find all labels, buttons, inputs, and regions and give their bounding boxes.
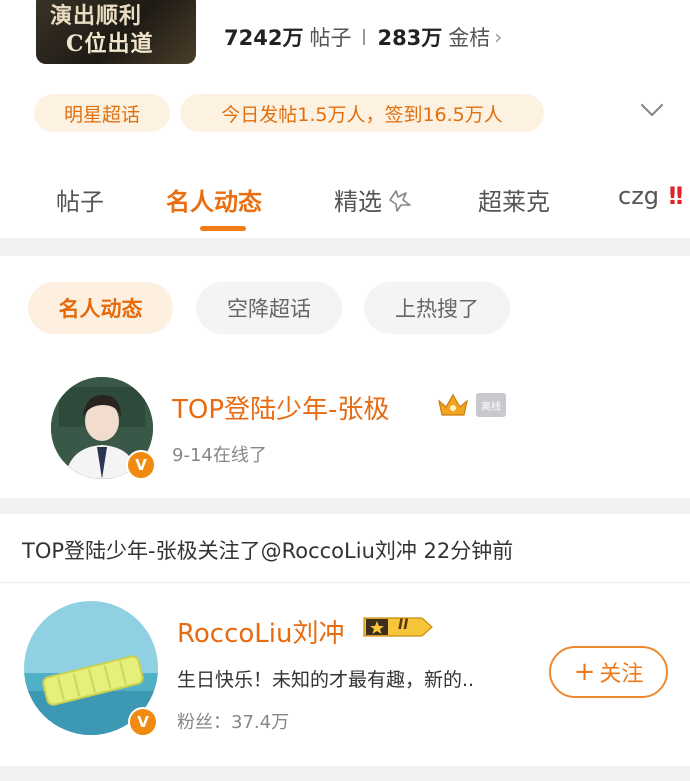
tab-featured-label: 精选 <box>334 188 382 216</box>
coins-label: 金桔 <box>448 26 491 50</box>
category-chip[interactable]: 明星超话 <box>34 94 170 132</box>
posts-label: 帖子 <box>309 26 352 50</box>
tab-czg-label: czg <box>618 182 660 210</box>
followed-user-name[interactable]: RoccoLiu刘冲 <box>177 613 345 650</box>
tab-celebrity-updates-label: 名人动态 <box>166 188 262 216</box>
daily-stats-chip[interactable]: 今日发帖1.5万人，签到16.5万人 <box>180 94 544 132</box>
filter-airdrop-topic-label: 空降超话 <box>227 297 311 321</box>
topic-stats[interactable]: 7242万 帖子 283万 金桔 › <box>224 20 502 54</box>
super-topic-cover-image[interactable]: 演出顺利 C位出道 <box>36 0 196 64</box>
tab-featured[interactable]: 精选 <box>334 182 414 217</box>
filter-celebrity-updates[interactable]: 名人动态 <box>28 282 173 334</box>
level-badge-icon: II <box>362 614 436 640</box>
section-gap <box>0 498 690 514</box>
featured-sparkle-icon <box>389 189 411 212</box>
stats-divider <box>363 29 366 45</box>
chevron-down-icon[interactable] <box>638 98 666 122</box>
filter-celebrity-updates-label: 名人动态 <box>58 297 143 321</box>
double-exclamation-icon: !! <box>667 182 685 210</box>
filter-trending-label: 上热搜了 <box>395 297 479 321</box>
section-gap <box>0 766 690 781</box>
verified-badge-icon: V <box>128 707 158 737</box>
offline-status-tag: 离线 <box>476 393 506 417</box>
follow-button-label: 关注 <box>599 662 644 687</box>
tab-super-like[interactable]: 超莱克 <box>478 182 550 217</box>
celebrity-name[interactable]: TOP登陆少年-张极 <box>172 389 389 426</box>
tab-czg[interactable]: czg !! <box>618 182 685 210</box>
filter-trending[interactable]: 上热搜了 <box>364 282 510 334</box>
level-badge-label: II <box>398 617 409 633</box>
followed-user-bio: 生日快乐！未知的才最有趣，新的.. <box>177 669 475 691</box>
divider <box>0 582 690 583</box>
section-gap <box>0 238 690 256</box>
follow-button[interactable]: + 关注 <box>549 646 668 698</box>
active-tab-indicator <box>200 226 246 231</box>
daily-stats-label: 今日发帖1.5万人，签到16.5万人 <box>221 103 503 126</box>
category-chip-label: 明星超话 <box>63 103 140 126</box>
plus-icon: + <box>573 657 596 687</box>
crown-icon <box>438 393 468 416</box>
tab-celebrity-updates[interactable]: 名人动态 <box>166 182 262 217</box>
filter-airdrop-topic[interactable]: 空降超话 <box>196 282 342 334</box>
last-online-text: 9-14在线了 <box>172 445 267 466</box>
tab-super-like-label: 超莱克 <box>478 188 550 216</box>
followed-user-fans: 粉丝：37.4万 <box>177 712 290 733</box>
offline-status-label: 离线 <box>481 401 501 413</box>
verified-badge-icon: V <box>126 450 156 480</box>
posts-count: 7242万 <box>224 26 304 50</box>
tab-posts-label: 帖子 <box>56 188 104 216</box>
follow-activity-text[interactable]: TOP登陆少年-张极关注了@RoccoLiu刘冲 22分钟前 <box>22 535 513 565</box>
cover-text-line2: C位出道 <box>66 31 154 57</box>
chevron-right-icon: › <box>494 25 503 49</box>
coins-count: 283万 <box>377 26 443 50</box>
tab-posts[interactable]: 帖子 <box>56 182 104 217</box>
